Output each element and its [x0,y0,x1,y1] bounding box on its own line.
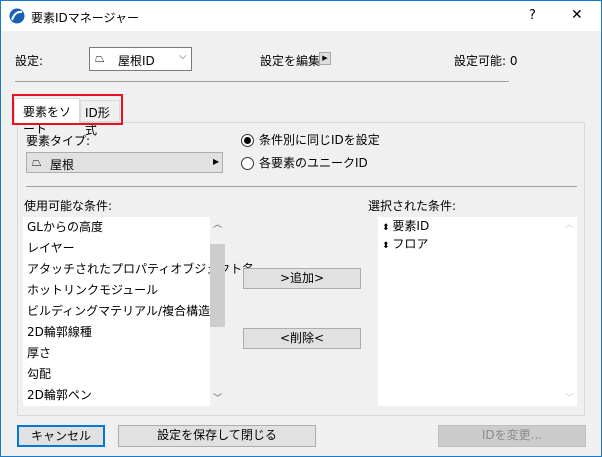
item-label: フロア [392,237,429,251]
settings-label: 設定: [15,54,44,68]
radio-same-id[interactable]: 条件別に同じIDを設定 [241,131,380,148]
title-bar: 要素IDマネージャー ? ✕ [1,1,601,31]
roof-icon: ⏢ [95,51,105,65]
sort-handle-icon[interactable]: ⬍ [382,241,392,251]
id-manager-dialog: 要素IDマネージャー ? ✕ 設定: ⏢ 屋根ID ⌵ 設定を編集: ▶ 設定可… [0,0,602,457]
change-id-button[interactable]: IDを変更... [438,425,586,447]
settings-dropdown[interactable]: ⏢ 屋根ID ⌵ [89,47,192,71]
list-item[interactable]: アタッチされたプロパティオブジェクト名 [23,259,254,280]
available-count: 設定可能: 0 [454,54,518,68]
edit-settings-button[interactable]: ▶ [319,52,331,65]
cancel-button[interactable]: キャンセル [17,425,105,447]
scrollbar[interactable]: ︿ ﹀ [210,217,225,406]
triangle-right-icon: ▶ [213,157,220,166]
available-criteria-list[interactable]: GLからの高度 レイヤー アタッチされたプロパティオブジェクト名 ホットリンクモジュー… [23,217,254,406]
sort-handle-icon[interactable]: ⬍ [382,223,392,233]
selected-criteria-label: 選択された条件: [368,199,457,213]
list-item[interactable]: 厚さ [23,343,210,364]
scroll-thumb[interactable] [210,244,225,327]
list-item[interactable]: GLからの高度 [23,217,210,238]
list-item[interactable]: ⬍ フロア [378,235,562,253]
list-item[interactable]: ホットリンクモジュール [23,280,210,301]
item-label: 要素ID [392,219,430,233]
close-button[interactable]: ✕ [571,7,583,23]
radio-unique-id[interactable]: 各要素のユニークID [241,154,368,171]
add-button[interactable]: >追加> [243,268,361,289]
app-logo-icon [9,8,25,24]
element-type-dropdown[interactable]: ⏢ 屋根 ▶ [26,152,223,173]
scrollbar[interactable]: ︿ ﹀ [562,217,577,406]
scroll-up-icon[interactable]: ︿ [562,217,577,233]
radio-label: 条件別に同じIDを設定 [259,133,380,147]
list-item[interactable]: 勾配 [23,364,210,385]
triangle-right-icon: ▶ [322,54,328,62]
divider [26,186,577,187]
list-item[interactable]: ビルディングマテリアル/複合構造 [23,301,210,322]
element-type-label: 要素タイプ: [26,134,91,148]
window-title: 要素IDマネージャー [31,11,139,25]
remove-button[interactable]: <削除< [243,328,361,349]
available-criteria-label: 使用可能な条件: [24,199,113,213]
chevron-down-icon: ⌵ [179,51,187,62]
scroll-up-icon[interactable]: ︿ [210,217,225,233]
list-item[interactable]: 2D輪郭ペン [23,385,210,406]
highlight-box [12,94,123,125]
radio-button-selected[interactable] [241,134,254,147]
help-button[interactable]: ? [529,8,536,23]
edit-settings-label: 設定を編集: [260,54,325,68]
list-item[interactable]: ⬍ 要素ID [378,217,562,235]
list-item[interactable]: レイヤー [23,238,210,259]
list-item[interactable]: 2D輪郭線種 [23,322,210,343]
scroll-down-icon[interactable]: ﹀ [562,391,577,404]
radio-button[interactable] [241,157,254,170]
selected-criteria-list[interactable]: ⬍ 要素ID ⬍ フロア [378,217,562,406]
save-and-close-button[interactable]: 設定を保存して閉じる [118,425,316,447]
roof-icon: ⏢ [32,155,42,169]
element-type-value: 屋根 [50,158,75,172]
scroll-down-icon[interactable]: ﹀ [210,391,225,404]
radio-label: 各要素のユニークID [259,156,368,170]
divider [15,81,509,82]
settings-value: 屋根ID [118,54,155,68]
